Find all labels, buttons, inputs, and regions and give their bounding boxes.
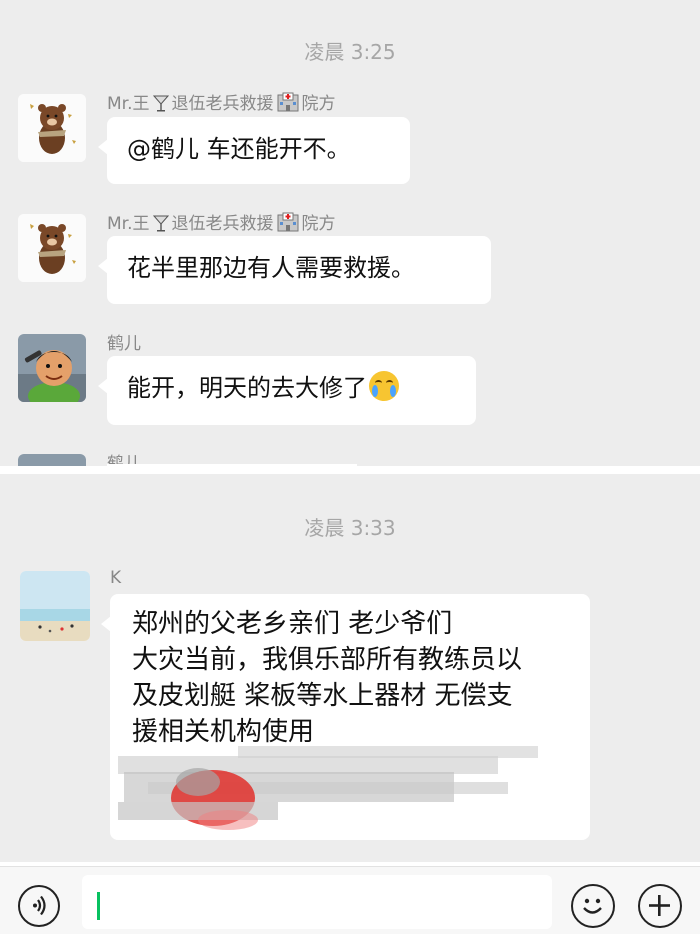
- message-bubble[interactable]: @鹤儿 车还能开不。: [98, 117, 410, 184]
- redacted-scribble: [118, 742, 558, 834]
- text-caret: [97, 892, 100, 920]
- message-text: @鹤儿 车还能开不。: [127, 135, 351, 163]
- smiley-icon[interactable]: [571, 884, 615, 928]
- chat-screenshot-bottom: 凌晨 3:33 K 郑州的父老乡亲们 老少爷们 大灾当前，我俱乐部所有教练员以 …: [0, 474, 700, 862]
- bear-avatar-icon[interactable]: [18, 214, 86, 282]
- input-bar: [0, 866, 700, 934]
- hospital-icon: [277, 92, 298, 112]
- cartoon-man-avatar-icon[interactable]: [18, 334, 86, 402]
- crying-face-icon: [369, 371, 399, 401]
- message-bubble[interactable]: 郑州的父老乡亲们 老少爷们 大灾当前，我俱乐部所有教练员以 及皮划艇 桨板等水上…: [101, 594, 590, 840]
- message-text-line: 大灾当前，我俱乐部所有教练员以: [132, 645, 523, 675]
- sender-name: Mr.王 退伍老兵救援 院方: [107, 92, 336, 114]
- message-bubble[interactable]: 能开，明天的去大修了: [98, 356, 476, 425]
- message-input[interactable]: [82, 875, 552, 929]
- message-text: 花半里那边有人需要救援。: [127, 254, 415, 282]
- cocktail-icon: [152, 95, 169, 112]
- chat-screenshot-top: 凌晨 3:25 Mr.王 退伍老兵救援 院方 @鹤儿 车还能开不。 Mr.王 退…: [0, 0, 700, 466]
- sender-name: Mr.王 退伍老兵救援 院方: [107, 212, 336, 234]
- message-bubble-partial: [107, 464, 357, 466]
- beach-avatar-icon[interactable]: [20, 571, 90, 641]
- message-bubble[interactable]: 花半里那边有人需要救援。: [98, 236, 491, 304]
- cocktail-icon: [152, 215, 169, 232]
- message-text-line: 及皮划艇 桨板等水上器材 无偿支: [132, 681, 513, 711]
- timestamp: 凌晨 3:33: [304, 516, 396, 540]
- voice-icon[interactable]: [18, 885, 60, 927]
- message-text: 能开，明天的去大修了: [127, 374, 367, 402]
- sender-name: K: [110, 568, 122, 588]
- message-text-line: 郑州的父老乡亲们 老少爷们: [132, 609, 453, 639]
- cartoon-man-avatar-icon[interactable]: [18, 454, 86, 466]
- hospital-icon: [277, 212, 298, 232]
- bear-avatar-icon[interactable]: [18, 94, 86, 162]
- plus-icon[interactable]: [638, 884, 682, 928]
- timestamp: 凌晨 3:25: [304, 40, 396, 64]
- sender-name: 鹤儿: [107, 334, 141, 354]
